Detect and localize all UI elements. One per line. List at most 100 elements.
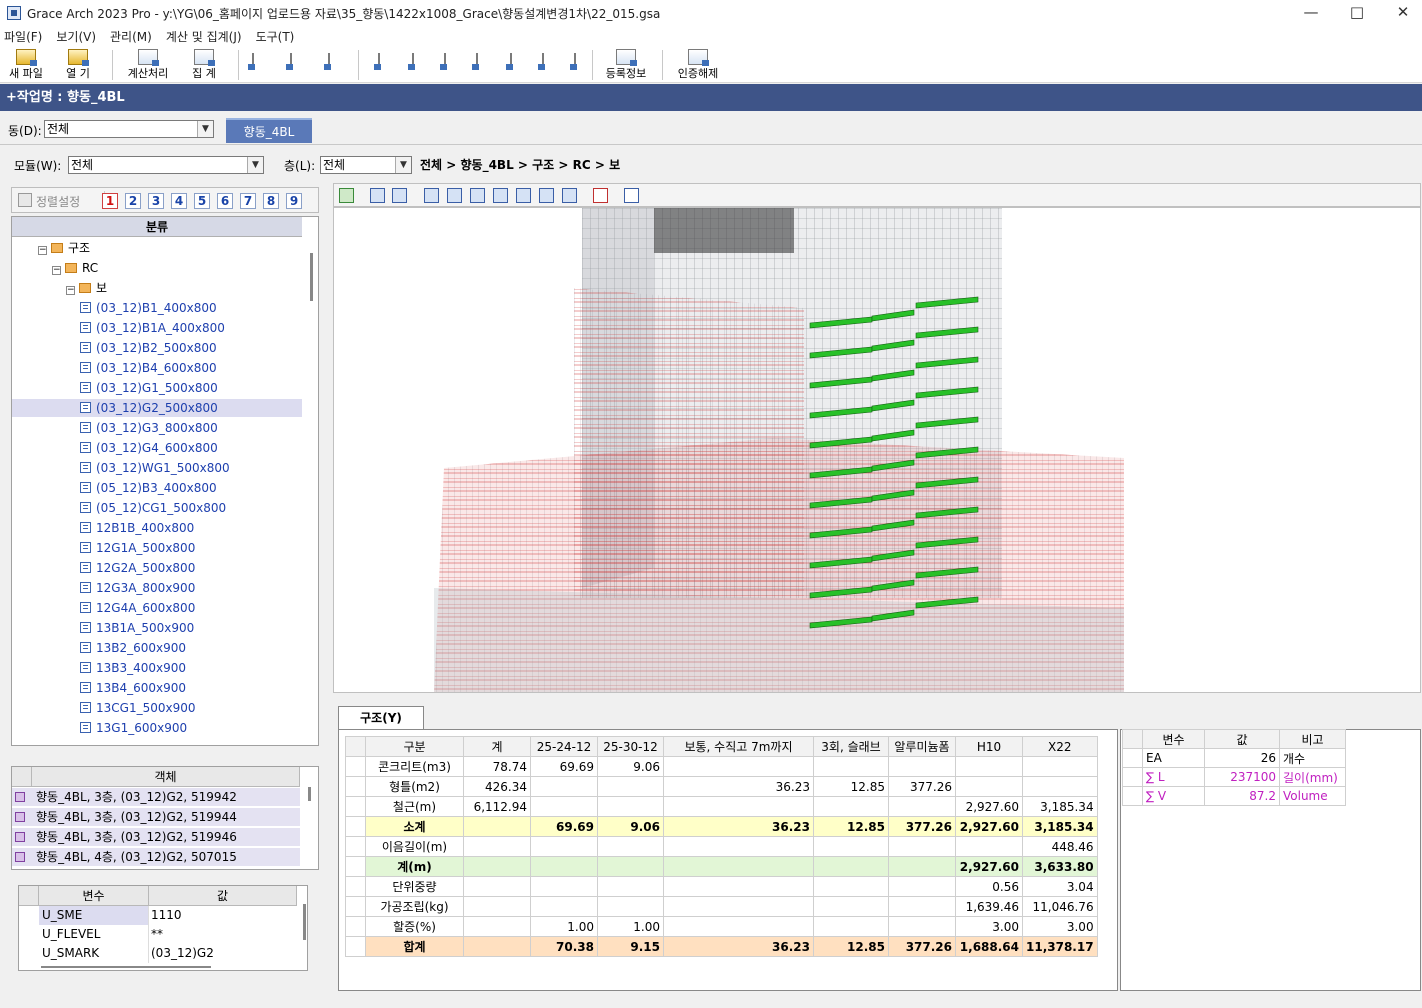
level-2-button[interactable]: 2 bbox=[125, 193, 141, 209]
tab-dong[interactable]: 향동_4BL bbox=[226, 118, 312, 143]
level-8-button[interactable]: 8 bbox=[263, 193, 279, 209]
tree-item[interactable]: 13B2_600x900 bbox=[12, 639, 302, 657]
tab-structure[interactable]: 구조(Y) bbox=[338, 706, 424, 730]
close-button[interactable]: ✕ bbox=[1380, 0, 1422, 26]
qty-cell bbox=[888, 856, 956, 877]
tree-item[interactable]: (05_12)CG1_500x800 bbox=[12, 499, 302, 517]
tree-item[interactable]: 12B1B_400x800 bbox=[12, 519, 302, 537]
col-header: H10 bbox=[955, 736, 1023, 757]
tree-item[interactable]: 13B4_600x900 bbox=[12, 679, 302, 697]
view-left-icon[interactable] bbox=[516, 188, 531, 203]
tree-node-beam[interactable]: − 보 bbox=[66, 279, 107, 297]
summary-row: ∑ V 87.2 Volume bbox=[1122, 786, 1346, 806]
tree-item[interactable]: 12G3A_800x900 bbox=[12, 579, 302, 597]
dong-select[interactable]: 전체 ▼ bbox=[44, 120, 214, 138]
tree-item[interactable]: 13G1_600x900 bbox=[12, 719, 302, 737]
grid-icon[interactable] bbox=[574, 53, 576, 69]
tree-item[interactable]: (03_12)B1A_400x800 bbox=[12, 319, 302, 337]
preview-icon[interactable] bbox=[252, 53, 254, 69]
module-select[interactable]: 전체 ▼ bbox=[68, 156, 264, 174]
menu-file[interactable]: 파일(F) bbox=[4, 28, 42, 45]
var-hscrollbar[interactable] bbox=[41, 966, 211, 968]
list-icon[interactable] bbox=[593, 188, 608, 203]
collapse-icon[interactable]: − bbox=[38, 246, 47, 255]
tree-item[interactable]: 13B3_400x900 bbox=[12, 659, 302, 677]
stair-icon[interactable] bbox=[542, 53, 544, 69]
aggregate-button[interactable]: 집 계 bbox=[182, 49, 226, 81]
open-button[interactable]: 열 기 bbox=[58, 49, 98, 81]
floor-select[interactable]: 전체 ▼ bbox=[320, 156, 412, 174]
view-back-icon[interactable] bbox=[447, 188, 462, 203]
menu-calc[interactable]: 계산 및 집계(J) bbox=[166, 28, 242, 45]
window-title: Grace Arch 2023 Pro - y:\YG\06_홈페이지 업로드용… bbox=[27, 6, 661, 21]
tree-item[interactable]: (03_12)B1_400x800 bbox=[12, 299, 302, 317]
menu-view[interactable]: 보기(V) bbox=[56, 28, 96, 45]
column-icon[interactable] bbox=[378, 53, 380, 69]
print-icon[interactable] bbox=[328, 53, 330, 69]
tree-item[interactable]: 13CG1_500x900 bbox=[12, 699, 302, 717]
menu-manage[interactable]: 관리(M) bbox=[110, 28, 152, 45]
new-file-button[interactable]: 새 파일 bbox=[6, 49, 46, 81]
tree-scrollbar[interactable] bbox=[310, 253, 313, 301]
tree-item[interactable]: (03_12)G2_500x800 bbox=[12, 399, 302, 417]
object-scrollbar[interactable] bbox=[308, 787, 311, 801]
object-row[interactable]: 향동_4BL, 3층, (03_12)G2, 519946 bbox=[12, 828, 300, 846]
sort-settings-button[interactable]: 정렬설정 bbox=[36, 193, 80, 210]
beam-icon[interactable] bbox=[444, 53, 446, 69]
qty-cell: 2,927.60 bbox=[955, 816, 1023, 837]
summary-name: EA bbox=[1142, 748, 1205, 768]
tree-node-structure[interactable]: − 구조 bbox=[38, 239, 90, 257]
minimize-button[interactable]: — bbox=[1288, 0, 1334, 26]
qty-cell bbox=[597, 856, 664, 877]
tree-item[interactable]: (03_12)B2_500x800 bbox=[12, 339, 302, 357]
object-row[interactable]: 향동_4BL, 3층, (03_12)G2, 519942 bbox=[12, 788, 300, 806]
view-right-icon[interactable] bbox=[539, 188, 554, 203]
view-bottom-icon[interactable] bbox=[493, 188, 508, 203]
variable-row[interactable]: U_SME 1110 bbox=[19, 906, 297, 925]
qty-cell: 12.85 bbox=[813, 816, 889, 837]
level-7-button[interactable]: 7 bbox=[240, 193, 256, 209]
tree-item[interactable]: (03_12)G4_600x800 bbox=[12, 439, 302, 457]
tree-item[interactable]: (03_12)G1_500x800 bbox=[12, 379, 302, 397]
tree-item[interactable]: 12G4A_600x800 bbox=[12, 599, 302, 617]
reg-info-button[interactable]: 등록정보 bbox=[600, 49, 652, 81]
level-1-button[interactable]: 1 bbox=[102, 193, 118, 209]
refresh-icon[interactable] bbox=[339, 188, 354, 203]
level-6-button[interactable]: 6 bbox=[217, 193, 233, 209]
tree-item[interactable]: (03_12)B4_600x800 bbox=[12, 359, 302, 377]
level-9-button[interactable]: 9 bbox=[286, 193, 302, 209]
tree-item[interactable]: (03_12)WG1_500x800 bbox=[12, 459, 302, 477]
tree-node-rc[interactable]: − RC bbox=[52, 259, 98, 277]
edit-icon[interactable] bbox=[510, 53, 512, 69]
slab-icon[interactable] bbox=[476, 53, 478, 69]
tree-item[interactable]: 13B1A_500x900 bbox=[12, 619, 302, 637]
object-row[interactable]: 향동_4BL, 4층, (03_12)G2, 507015 bbox=[12, 848, 300, 866]
rotate-icon[interactable] bbox=[370, 188, 385, 203]
level-3-button[interactable]: 3 bbox=[148, 193, 164, 209]
tree-item[interactable]: 12G2A_500x800 bbox=[12, 559, 302, 577]
var-scrollbar[interactable] bbox=[303, 904, 306, 940]
settings-icon[interactable] bbox=[392, 188, 407, 203]
object-row[interactable]: 향동_4BL, 3층, (03_12)G2, 519944 bbox=[12, 808, 300, 826]
terrain-icon[interactable] bbox=[624, 188, 639, 203]
view-front-icon[interactable] bbox=[424, 188, 439, 203]
collapse-icon[interactable]: − bbox=[66, 286, 75, 295]
variable-row[interactable]: U_SMARK (03_12)G2 bbox=[19, 944, 297, 963]
tree-item[interactable]: 12G1A_500x800 bbox=[12, 539, 302, 557]
level-4-button[interactable]: 4 bbox=[171, 193, 187, 209]
qty-cell: 69.69 bbox=[530, 756, 598, 777]
level-5-button[interactable]: 5 bbox=[194, 193, 210, 209]
search-icon[interactable] bbox=[290, 53, 292, 69]
wall-icon[interactable] bbox=[412, 53, 414, 69]
view-top-icon[interactable] bbox=[470, 188, 485, 203]
menu-tools[interactable]: 도구(T) bbox=[256, 28, 295, 45]
tree-item[interactable]: (03_12)G3_800x800 bbox=[12, 419, 302, 437]
collapse-icon[interactable]: − bbox=[52, 266, 61, 275]
unauth-button[interactable]: 인증해제 bbox=[672, 49, 724, 81]
tree-item[interactable]: (05_12)B3_400x800 bbox=[12, 479, 302, 497]
view-iso-icon[interactable] bbox=[562, 188, 577, 203]
calc-button[interactable]: 계산처리 bbox=[122, 49, 174, 81]
model-viewport[interactable] bbox=[333, 207, 1421, 693]
maximize-button[interactable]: □ bbox=[1334, 0, 1380, 26]
variable-row[interactable]: U_FLEVEL ** bbox=[19, 925, 297, 944]
